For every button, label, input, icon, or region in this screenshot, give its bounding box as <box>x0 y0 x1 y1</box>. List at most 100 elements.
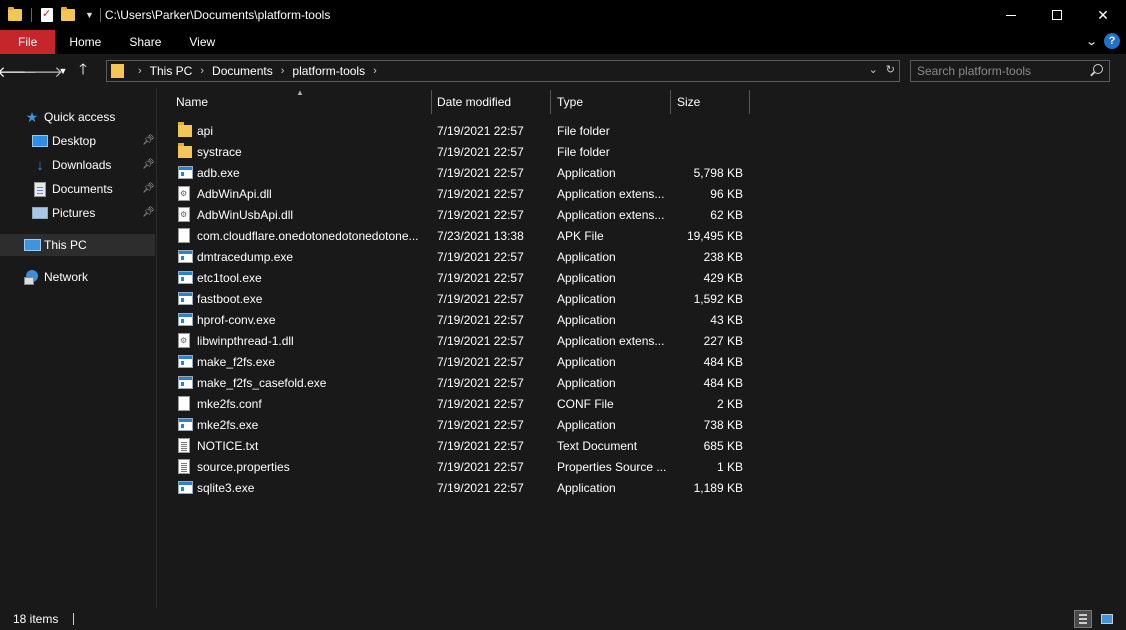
recent-locations-button[interactable]: ▼ <box>56 58 70 84</box>
file-type: Application <box>557 249 616 264</box>
sidebar-item-desktop[interactable]: Desktop <box>32 130 96 152</box>
chevron-right-icon[interactable]: › <box>200 65 204 77</box>
file-row[interactable]: api 7/19/2021 22:57 File folder <box>172 120 752 141</box>
file-date-modified: 7/19/2021 22:57 <box>437 186 524 201</box>
new-folder-icon[interactable] <box>61 7 75 21</box>
pin-icon[interactable]: 📌︎ <box>142 207 155 218</box>
pin-icon[interactable]: 📌︎ <box>142 183 155 194</box>
column-divider[interactable] <box>749 90 750 114</box>
file-type: File folder <box>557 144 610 159</box>
file-type: Application <box>557 270 616 285</box>
search-box[interactable] <box>910 60 1110 82</box>
minimize-button[interactable] <box>988 0 1034 30</box>
help-icon[interactable]: ? <box>1104 33 1120 49</box>
file-date-modified: 7/19/2021 22:57 <box>437 270 524 285</box>
details-view-button[interactable] <box>1074 610 1092 628</box>
tab-home[interactable]: Home <box>55 30 115 54</box>
tab-view[interactable]: View <box>175 30 229 54</box>
column-divider[interactable] <box>550 90 551 114</box>
chevron-down-icon: ▼ <box>58 66 68 76</box>
column-header-name[interactable]: Name <box>176 90 431 114</box>
address-bar[interactable]: › This PC › Documents › platform-tools ›… <box>106 60 900 82</box>
file-row[interactable]: sqlite3.exe 7/19/2021 22:57 Application 1,1… <box>172 477 752 498</box>
pin-icon[interactable]: 📌︎ <box>142 159 155 170</box>
close-button[interactable]: ✕ <box>1080 0 1126 30</box>
column-header-date[interactable]: Date modified <box>437 90 550 114</box>
sidebar-item-documents[interactable]: Documents <box>32 178 113 200</box>
breadcrumb-documents[interactable]: Documents <box>212 64 273 78</box>
file-list: ▲ Name Date modified Type Size api 7/19/2… <box>158 88 1126 608</box>
sidebar-item-label: Downloads <box>52 158 112 172</box>
folder-icon <box>8 7 22 21</box>
breadcrumb-this-pc[interactable]: This PC <box>150 64 193 78</box>
file-row[interactable]: NOTICE.txt 7/19/2021 22:57 Text Document 68… <box>172 435 752 456</box>
file-icon <box>178 396 190 411</box>
tab-file[interactable]: File <box>0 30 56 54</box>
file-type: Application <box>557 480 616 495</box>
sidebar-item-label: Desktop <box>52 134 97 148</box>
expand-ribbon-icon[interactable]: ⌄ <box>1085 35 1098 48</box>
pin-icon[interactable]: 📌︎ <box>142 135 155 146</box>
maximize-button[interactable] <box>1034 0 1080 30</box>
file-date-modified: 7/19/2021 22:57 <box>437 438 524 453</box>
file-name: api <box>197 123 214 138</box>
column-header-type[interactable]: Type <box>557 90 670 114</box>
address-history-dropdown-icon[interactable]: ⌄ <box>869 63 878 76</box>
refresh-icon[interactable]: ↻ <box>886 63 895 76</box>
column-header-label: Type <box>557 95 584 109</box>
column-divider[interactable] <box>431 90 432 114</box>
file-row[interactable]: mke2fs.exe 7/19/2021 22:57 Application 738 … <box>172 414 752 435</box>
file-row[interactable]: hprof-conv.exe 7/19/2021 22:57 Application… <box>172 309 752 330</box>
file-row[interactable]: dmtracedump.exe 7/19/2021 22:57 Applicatio… <box>172 246 752 267</box>
file-date-modified: 7/19/2021 22:57 <box>437 354 524 369</box>
folder-icon <box>178 143 192 158</box>
column-header-label: Size <box>677 95 701 109</box>
file-row[interactable]: AdbWinApi.dll 7/19/2021 22:57 Application … <box>172 183 752 204</box>
file-row[interactable]: mke2fs.conf 7/19/2021 22:57 CONF File 2 KB <box>172 393 752 414</box>
up-button[interactable]: 🡑 <box>70 58 96 84</box>
file-type: Text Document <box>557 438 638 453</box>
file-row[interactable]: adb.exe 7/19/2021 22:57 Application 5,798 K… <box>172 162 752 183</box>
sidebar-item-label: Pictures <box>52 206 96 220</box>
file-row[interactable]: etc1tool.exe 7/19/2021 22:57 Application 42… <box>172 267 752 288</box>
forward-button[interactable]: 🡒 <box>23 58 63 84</box>
file-row[interactable]: make_f2fs_casefold.exe 7/19/2021 22:57 App… <box>172 372 752 393</box>
file-row[interactable]: source.properties 7/19/2021 22:57 Properti… <box>172 456 752 477</box>
file-type: File folder <box>557 123 610 138</box>
column-header-label: Date modified <box>437 95 512 109</box>
column-divider[interactable] <box>670 90 671 114</box>
file-row[interactable]: com.cloudflare.onedotonedotonedotone... 7… <box>172 225 752 246</box>
sidebar-item-quick-access[interactable]: ★ Quick access <box>24 106 116 128</box>
tab-share[interactable]: Share <box>115 30 175 54</box>
breadcrumb-platform-tools[interactable]: platform-tools <box>292 64 365 78</box>
file-type: CONF File <box>557 396 614 411</box>
ribbon-tabs: File Home Share View ⌄ ? <box>0 30 1126 54</box>
search-input[interactable] <box>917 64 1085 78</box>
file-row[interactable]: AdbWinUsbApi.dll 7/19/2021 22:57 Applicati… <box>172 204 752 225</box>
large-icons-view-icon <box>1101 614 1113 624</box>
file-row[interactable]: fastboot.exe 7/19/2021 22:57 Application 1,… <box>172 288 752 309</box>
download-icon: ↓ <box>36 156 44 174</box>
sidebar-item-this-pc[interactable]: This PC <box>0 234 155 256</box>
status-divider <box>73 613 75 625</box>
file-row[interactable]: libwinpthread-1.dll 7/19/2021 22:57 Applic… <box>172 330 752 351</box>
sidebar-item-pictures[interactable]: Pictures <box>32 202 95 224</box>
large-icons-view-button[interactable] <box>1098 610 1116 628</box>
column-header-size[interactable]: Size <box>677 90 749 114</box>
search-icon[interactable] <box>1093 64 1103 74</box>
chevron-right-icon[interactable]: › <box>373 65 377 77</box>
chevron-right-icon[interactable]: › <box>138 65 142 77</box>
file-date-modified: 7/19/2021 22:57 <box>437 291 524 306</box>
properties-icon[interactable] <box>41 7 53 22</box>
file-type: APK File <box>557 228 604 243</box>
file-icon <box>178 228 190 243</box>
pictures-icon <box>32 207 48 219</box>
status-bar: 18 items <box>0 608 1126 630</box>
toolbar-divider <box>99 8 101 22</box>
customize-toolbar-dropdown-icon[interactable]: ▼ <box>85 10 94 20</box>
sidebar-item-network[interactable]: Network <box>24 266 88 288</box>
file-row[interactable]: systrace 7/19/2021 22:57 File folder <box>172 141 752 162</box>
sidebar-item-downloads[interactable]: ↓ Downloads <box>32 154 111 176</box>
chevron-right-icon[interactable]: › <box>281 65 285 77</box>
file-row[interactable]: make_f2fs.exe 7/19/2021 22:57 Application 4… <box>172 351 752 372</box>
